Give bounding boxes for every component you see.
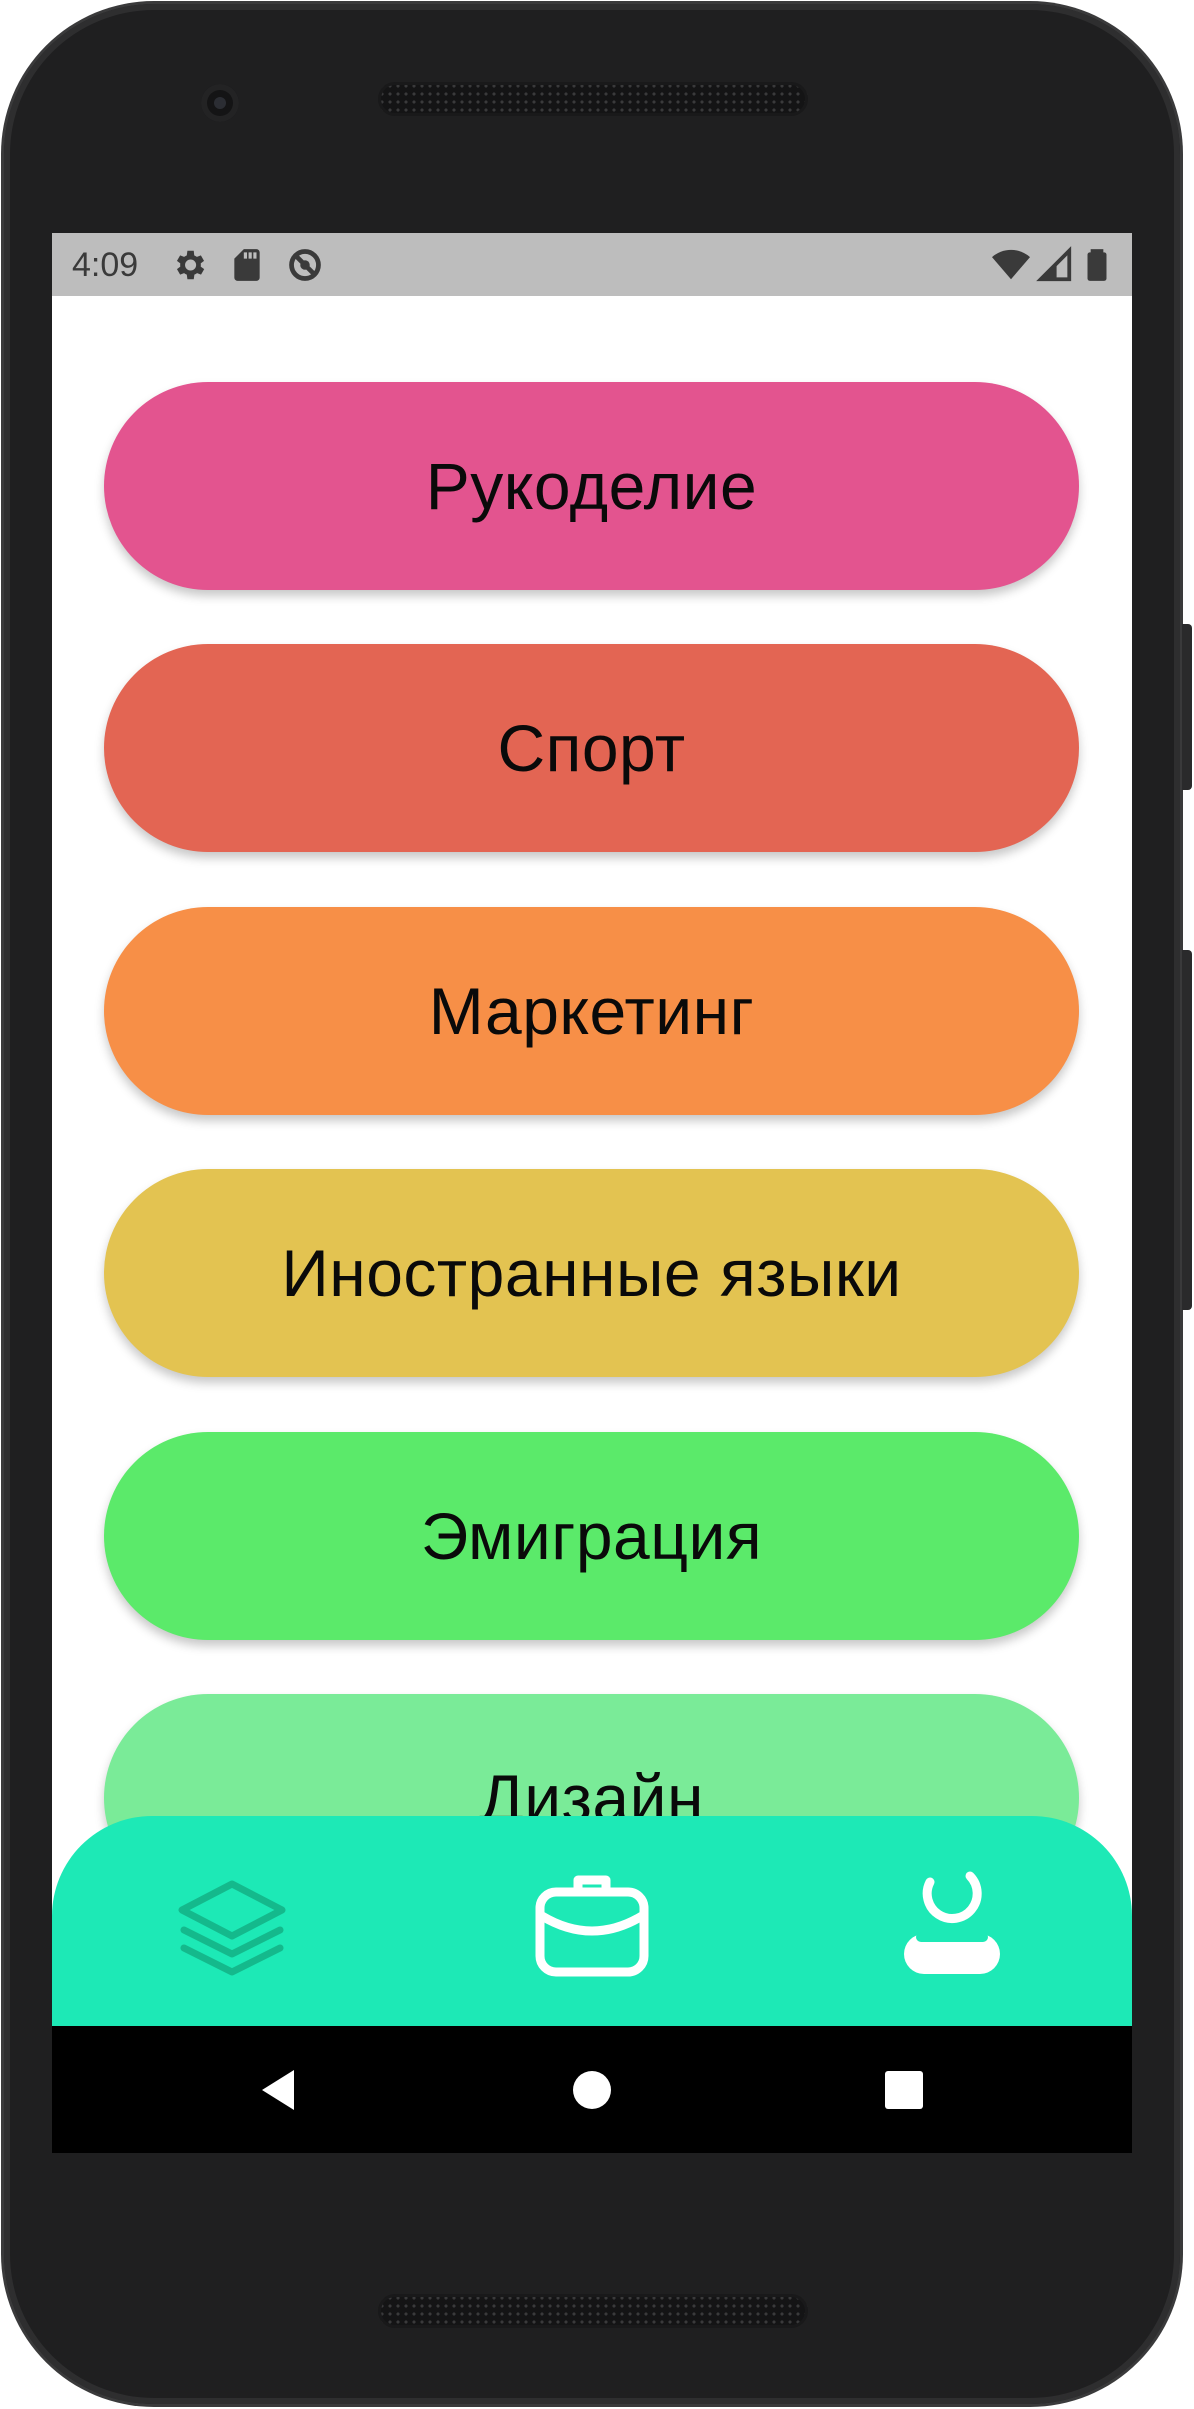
back-button[interactable] <box>252 2064 304 2116</box>
do-not-disturb-icon <box>286 246 324 284</box>
recents-button[interactable] <box>878 2064 930 2116</box>
battery-icon <box>1078 246 1116 284</box>
screen: 4:09 Рукоделие Спорт Маркетинг Иностранн… <box>52 233 1132 2153</box>
layers-icon <box>178 1880 286 1976</box>
status-time: 4:09 <box>72 246 139 284</box>
category-list: Рукоделие Спорт Маркетинг Иностранные яз… <box>52 296 1132 1996</box>
earpiece-speaker <box>378 82 808 116</box>
wifi-icon <box>992 246 1030 284</box>
back-icon <box>262 2070 294 2110</box>
category-label: Спорт <box>497 711 686 785</box>
category-button-foreign-languages[interactable]: Иностранные языки <box>104 1169 1079 1377</box>
category-label: Маркетинг <box>428 974 755 1048</box>
category-label: Рукоделие <box>425 449 758 523</box>
briefcase-icon <box>535 1875 649 1977</box>
system-navigation-bar <box>52 2026 1132 2153</box>
category-button-marketing[interactable]: Маркетинг <box>104 907 1079 1115</box>
status-bar: 4:09 <box>52 233 1132 296</box>
volume-button <box>1182 950 1192 1310</box>
category-label: Иностранные языки <box>281 1236 902 1310</box>
category-button-rukodelie[interactable]: Рукоделие <box>104 382 1079 590</box>
cell-signal-icon <box>1036 246 1074 284</box>
category-button-sport[interactable]: Спорт <box>104 644 1079 852</box>
recents-icon <box>885 2071 923 2109</box>
nav-briefcase-button[interactable] <box>522 1854 662 1994</box>
bottom-speaker <box>378 2294 808 2328</box>
bottom-navigation <box>52 1816 1132 2026</box>
settings-icon <box>170 246 208 284</box>
home-icon <box>573 2071 611 2109</box>
profile-icon <box>904 1871 1000 1974</box>
nav-profile-button[interactable] <box>882 1854 1022 1994</box>
nav-layers-button[interactable] <box>162 1854 302 1994</box>
sd-card-icon <box>228 246 266 284</box>
phone-frame: 4:09 Рукоделие Спорт Маркетинг Иностранн… <box>0 0 1194 2409</box>
category-label: Эмиграция <box>420 1499 763 1573</box>
category-button-emigration[interactable]: Эмиграция <box>104 1432 1079 1640</box>
front-camera <box>201 84 239 122</box>
power-button <box>1182 624 1192 790</box>
home-button[interactable] <box>566 2064 618 2116</box>
